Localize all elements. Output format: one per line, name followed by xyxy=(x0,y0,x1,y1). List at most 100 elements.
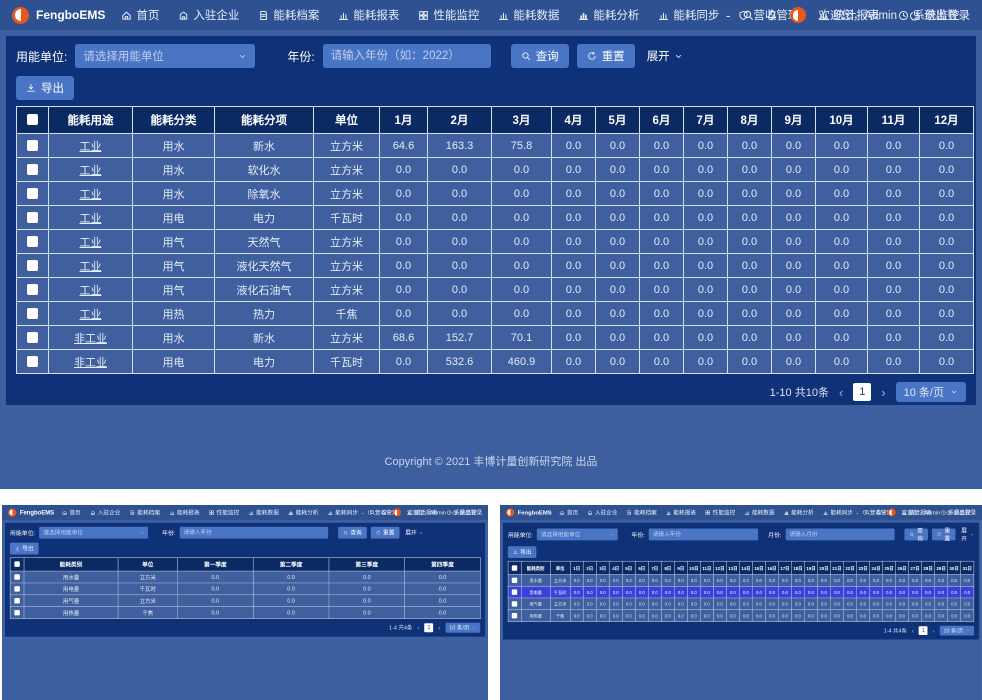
cell[interactable]: 工业 xyxy=(49,134,133,158)
nav-overflow-button[interactable]: - xyxy=(361,509,363,516)
prev-page-button[interactable]: ‹ xyxy=(417,624,419,631)
prev-page-button[interactable]: ‹ xyxy=(839,385,843,400)
row-checkbox[interactable] xyxy=(27,260,38,271)
row-checkbox[interactable] xyxy=(14,598,19,603)
bell-icon[interactable] xyxy=(766,9,778,21)
page-size-select[interactable]: 10 条/页 xyxy=(896,382,966,402)
select-all-checkbox[interactable] xyxy=(27,114,38,125)
search-button[interactable]: 查询 xyxy=(338,527,367,539)
avatar[interactable] xyxy=(790,7,806,23)
current-page[interactable]: 1 xyxy=(853,383,871,401)
bell-icon[interactable] xyxy=(381,509,387,515)
search-icon[interactable] xyxy=(742,9,754,21)
nav-item-energy-data[interactable]: 能耗数据 xyxy=(745,508,775,516)
row-checkbox[interactable] xyxy=(27,308,38,319)
year-input[interactable] xyxy=(649,529,758,541)
bell-icon[interactable] xyxy=(876,509,882,515)
next-page-button[interactable]: › xyxy=(881,385,885,400)
nav-item-home[interactable]: 首页 xyxy=(560,508,579,516)
avatar[interactable] xyxy=(888,508,896,516)
reset-button[interactable]: 重置 xyxy=(932,529,955,541)
row-checkbox[interactable] xyxy=(27,188,38,199)
logout-button[interactable]: 退出登录 xyxy=(909,7,970,23)
cell[interactable]: 非工业 xyxy=(49,350,133,374)
row-checkbox[interactable] xyxy=(27,332,38,343)
expand-toggle[interactable]: 展开 xyxy=(961,527,974,543)
nav-item-performance-monitor[interactable]: 性能监控 xyxy=(418,7,479,23)
select-all-checkbox[interactable] xyxy=(14,562,19,567)
current-page[interactable]: 1 xyxy=(424,623,433,632)
nav-overflow-button[interactable]: - xyxy=(726,8,730,23)
search-icon[interactable] xyxy=(864,509,870,515)
nav-item-energy-data[interactable]: 能耗数据 xyxy=(498,7,559,23)
nav-item-energy-report[interactable]: 能耗报表 xyxy=(338,7,399,23)
cell[interactable]: 工业 xyxy=(49,158,133,182)
cell[interactable]: 工业 xyxy=(49,230,133,254)
nav-item-energy-analysis[interactable]: 能耗分析 xyxy=(784,508,814,516)
avatar[interactable] xyxy=(393,508,401,516)
row-checkbox[interactable] xyxy=(27,140,38,151)
cell[interactable]: 工业 xyxy=(49,254,133,278)
nav-item-energy-archive[interactable]: 能耗档案 xyxy=(627,508,657,516)
next-page-button[interactable]: › xyxy=(438,624,440,631)
export-button[interactable]: 导出 xyxy=(10,543,39,555)
current-page[interactable]: 1 xyxy=(919,626,928,635)
reset-button[interactable]: 重置 xyxy=(577,44,635,68)
expand-toggle[interactable]: 展开 xyxy=(405,529,423,537)
month-input[interactable] xyxy=(785,529,894,541)
nav-item-enterprises[interactable]: 入驻企业 xyxy=(178,7,239,23)
nav-item-performance-monitor[interactable]: 性能监控 xyxy=(705,508,735,516)
row-checkbox[interactable] xyxy=(27,212,38,223)
logout-button[interactable]: 退出登录 xyxy=(452,508,482,516)
nav-item-energy-archive[interactable]: 能耗档案 xyxy=(258,7,319,23)
nav-item-home[interactable]: 首页 xyxy=(62,508,81,516)
year-input[interactable] xyxy=(180,527,329,539)
nav-item-enterprises[interactable]: 入驻企业 xyxy=(90,508,120,516)
row-checkbox[interactable] xyxy=(512,601,517,606)
nav-item-energy-sync[interactable]: 能耗同步 xyxy=(328,508,358,516)
cell[interactable]: 工业 xyxy=(49,278,133,302)
row-checkbox[interactable] xyxy=(512,613,517,618)
row-checkbox[interactable] xyxy=(512,589,517,594)
row-checkbox[interactable] xyxy=(27,236,38,247)
unit-select[interactable]: 请选择用能单位 xyxy=(39,527,148,539)
cell[interactable]: 工业 xyxy=(49,182,133,206)
nav-item-energy-sync[interactable]: 能耗同步 xyxy=(658,7,719,23)
row-checkbox[interactable] xyxy=(512,578,517,583)
cell[interactable]: 非工业 xyxy=(49,326,133,350)
nav-item-energy-data[interactable]: 能耗数据 xyxy=(249,508,279,516)
row-checkbox[interactable] xyxy=(27,356,38,367)
nav-item-energy-sync[interactable]: 能耗同步 xyxy=(823,508,853,516)
cell[interactable]: 工业 xyxy=(49,302,133,326)
nav-item-energy-analysis[interactable]: 能耗分析 xyxy=(578,7,639,23)
page-size-select[interactable]: 10 条/页 xyxy=(940,626,975,636)
nav-item-energy-report[interactable]: 能耗报表 xyxy=(169,508,199,516)
search-button[interactable]: 查询 xyxy=(511,44,569,68)
row-checkbox[interactable] xyxy=(27,284,38,295)
nav-item-home[interactable]: 首页 xyxy=(121,7,159,23)
cell[interactable]: 工业 xyxy=(49,206,133,230)
row-checkbox[interactable] xyxy=(14,586,19,591)
nav-item-enterprises[interactable]: 入驻企业 xyxy=(588,508,618,516)
export-button[interactable]: 导出 xyxy=(16,76,74,100)
row-checkbox[interactable] xyxy=(14,574,19,579)
export-button[interactable]: 导出 xyxy=(508,546,536,558)
search-button[interactable]: 查询 xyxy=(905,529,928,541)
nav-item-performance-monitor[interactable]: 性能监控 xyxy=(209,508,239,516)
page-size-select[interactable]: 10 条/页 xyxy=(445,623,480,633)
search-icon[interactable] xyxy=(369,509,375,515)
prev-page-button[interactable]: ‹ xyxy=(912,627,914,634)
nav-overflow-button[interactable]: - xyxy=(856,509,858,516)
next-page-button[interactable]: › xyxy=(933,627,935,634)
row-checkbox[interactable] xyxy=(27,164,38,175)
unit-select[interactable]: 请选择用能单位 xyxy=(537,529,618,541)
expand-toggle[interactable]: 展开 xyxy=(647,48,683,64)
unit-select[interactable]: 请选择用能单位 xyxy=(75,44,255,68)
row-checkbox[interactable] xyxy=(14,610,19,615)
nav-item-energy-archive[interactable]: 能耗档案 xyxy=(130,508,160,516)
year-input[interactable] xyxy=(323,44,491,68)
reset-button[interactable]: 重置 xyxy=(371,527,400,539)
select-all-checkbox[interactable] xyxy=(512,565,517,570)
logout-button[interactable]: 退出登录 xyxy=(946,508,976,516)
nav-item-energy-report[interactable]: 能耗报表 xyxy=(666,508,696,516)
